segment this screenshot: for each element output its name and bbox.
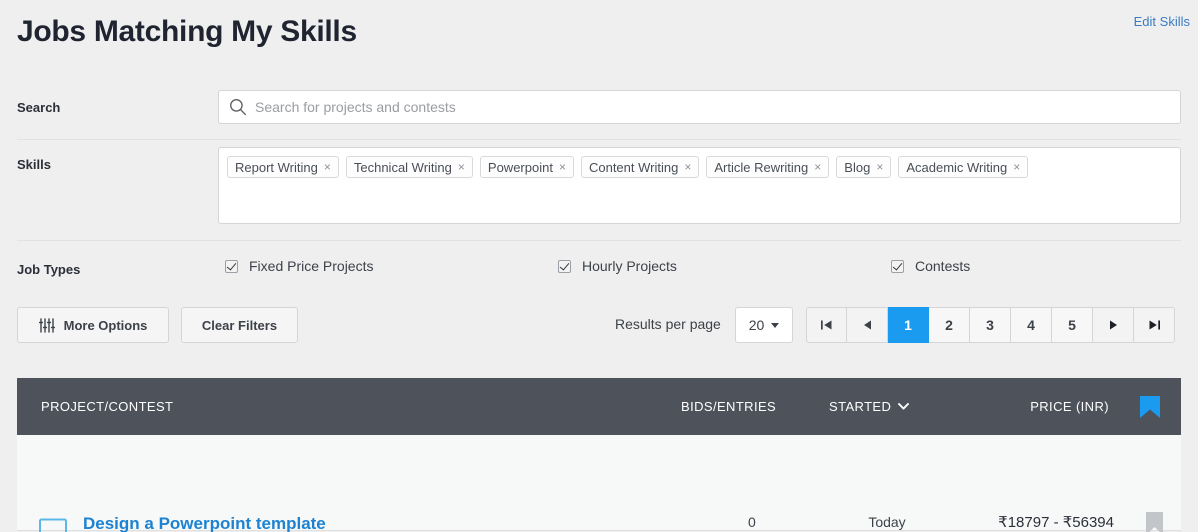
more-options-label: More Options [63,317,148,333]
monitor-icon [39,518,67,532]
pagination-page-4[interactable]: 4 [1011,307,1052,343]
checkbox-icon[interactable] [558,259,571,273]
pagination-last-button[interactable] [1134,307,1175,343]
column-header-started-label: STARTED [829,399,892,414]
skills-tag-input[interactable]: Report Writing × Technical Writing × Pow… [218,147,1181,224]
table-header: PROJECT/CONTEST BIDS/ENTRIES STARTED PRI… [17,378,1181,435]
page-title: Jobs Matching My Skills [17,15,357,48]
project-title-link[interactable]: Design a Powerpoint template [83,514,326,532]
chevron-down-icon [898,403,910,410]
skill-tag-label: Content Writing [588,159,679,175]
column-header-started[interactable]: STARTED [829,399,910,414]
skill-tag-label: Blog [844,159,871,175]
pagination-page-5[interactable]: 5 [1052,307,1093,343]
skill-tag[interactable]: Technical Writing × [345,156,473,178]
search-input[interactable]: Search for projects and contests [218,90,1181,124]
skill-tag-label: Article Rewriting [714,159,809,175]
results-per-page-value: 20 [748,317,765,333]
column-header-price: PRICE (INR) [1030,399,1109,414]
skill-tag[interactable]: Powerpoint × [479,156,574,178]
remove-skill-icon[interactable]: × [324,161,331,173]
divider-skills [17,240,1181,241]
results-per-page-label: Results per page [615,316,721,332]
cell-price-range: ₹18797 - ₹56394 [998,514,1114,531]
remove-skill-icon[interactable]: × [1013,161,1020,173]
next-page-icon [1109,320,1117,330]
skill-tag-label: Report Writing [235,159,318,175]
cell-started-date: Today [868,514,906,530]
prev-page-icon [863,320,871,330]
more-options-button[interactable]: More Options [17,307,169,343]
pagination: 1 2 3 4 5 [806,307,1175,343]
remove-skill-icon[interactable]: × [684,161,691,173]
results-per-page-select[interactable]: 20 [735,307,793,343]
skill-tag[interactable]: Report Writing × [227,156,339,178]
skill-tag[interactable]: Academic Writing × [898,156,1029,178]
results-table: PROJECT/CONTEST BIDS/ENTRIES STARTED PRI… [17,378,1181,532]
cell-bids-count: 0 [748,514,756,530]
divider-search [17,139,1181,140]
column-header-bids: BIDS/ENTRIES [681,399,777,414]
column-header-project: PROJECT/CONTEST [41,399,174,414]
skill-tag[interactable]: Article Rewriting × [706,156,830,178]
pagination-page-2[interactable]: 2 [929,307,970,343]
skill-tag-label: Academic Writing [906,159,1008,175]
jobs-matching-my-skills-page: Jobs Matching My Skills Edit Skills Sear… [0,0,1198,532]
checkbox-icon[interactable] [891,259,904,273]
first-page-icon [821,320,832,330]
table-row[interactable]: Design a Powerpoint template Graphic Des… [17,435,1181,532]
remove-skill-icon[interactable]: × [814,161,821,173]
job-type-label: Hourly Projects [582,258,677,274]
bookmark-icon[interactable] [1145,512,1164,532]
skills-label: Skills [17,157,51,172]
job-types-group: Fixed Price Projects Hourly Projects Con… [0,258,1198,280]
skill-tag-label: Technical Writing [353,159,452,175]
job-type-contests[interactable]: Contests [891,258,970,274]
cell-started: Today 6d 23h [812,514,962,532]
skill-tag[interactable]: Content Writing × [580,156,700,178]
pagination-page-3[interactable]: 3 [970,307,1011,343]
checkbox-icon[interactable] [225,259,238,273]
pagination-first-button[interactable] [806,307,847,343]
pagination-prev-button[interactable] [847,307,888,343]
search-label: Search [17,100,61,115]
clear-filters-label: Clear Filters [201,317,278,333]
search-icon [230,99,247,116]
edit-skills-link[interactable]: Edit Skills [1134,14,1190,29]
last-page-icon [1149,320,1160,330]
sliders-icon [38,317,55,333]
remove-skill-icon[interactable]: × [876,161,883,173]
job-type-label: Contests [915,258,971,274]
job-type-fixed-price[interactable]: Fixed Price Projects [225,258,373,274]
pagination-page-1[interactable]: 1 [888,307,929,343]
pagination-next-button[interactable] [1093,307,1134,343]
skill-tag[interactable]: Blog × [836,156,892,178]
chevron-down-icon [771,322,780,328]
skill-tag-label: Powerpoint [487,159,553,175]
job-type-hourly[interactable]: Hourly Projects [558,258,677,274]
remove-skill-icon[interactable]: × [559,161,566,173]
remove-skill-icon[interactable]: × [458,161,465,173]
search-placeholder-text: Search for projects and contests [255,99,456,115]
clear-filters-button[interactable]: Clear Filters [181,307,298,343]
job-type-label: Fixed Price Projects [249,258,374,274]
bookmark-icon[interactable] [1139,396,1161,419]
